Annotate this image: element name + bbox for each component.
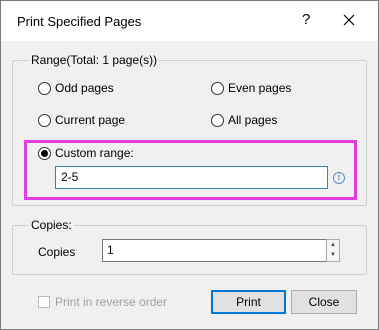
print-button[interactable]: Print: [211, 290, 286, 314]
reverse-order-label: Print in reverse order: [55, 295, 168, 309]
title-bar: Print Specified Pages ?: [1, 1, 378, 41]
odd-pages-option[interactable]: Odd pages: [38, 81, 114, 95]
print-specified-pages-dialog: Print Specified Pages ? Range(Total: 1 p…: [0, 0, 379, 330]
range-legend: Range(Total: 1 page(s)): [29, 53, 160, 67]
reverse-order-checkbox[interactable]: [38, 296, 50, 308]
dialog-title: Print Specified Pages: [17, 14, 142, 29]
stepper-down-icon[interactable]: ▼: [327, 250, 339, 260]
help-button[interactable]: ?: [302, 11, 310, 28]
copies-input[interactable]: 1: [102, 239, 327, 262]
current-page-option[interactable]: Current page: [38, 113, 125, 127]
copies-stepper[interactable]: ▲ ▼: [326, 239, 340, 262]
current-page-radio[interactable]: [38, 113, 51, 127]
copies-legend: Copies:: [29, 218, 74, 232]
even-pages-label: Even pages: [228, 81, 292, 95]
close-icon[interactable]: [339, 10, 359, 30]
stepper-up-icon[interactable]: ▲: [327, 240, 339, 250]
even-pages-option[interactable]: Even pages: [211, 81, 291, 95]
odd-pages-radio[interactable]: [38, 81, 51, 95]
all-pages-label: All pages: [228, 113, 278, 127]
custom-range-radio[interactable]: [38, 146, 51, 160]
copies-label: Copies: [38, 245, 76, 259]
reverse-order-option[interactable]: Print in reverse order: [38, 295, 167, 309]
all-pages-radio[interactable]: [211, 113, 224, 127]
custom-range-input[interactable]: 2-5: [55, 166, 328, 189]
current-page-label: Current page: [55, 113, 126, 127]
even-pages-radio[interactable]: [211, 81, 224, 95]
odd-pages-label: Odd pages: [55, 81, 114, 95]
custom-range-label: Custom range:: [55, 146, 134, 160]
all-pages-option[interactable]: All pages: [211, 113, 277, 127]
custom-range-option[interactable]: Custom range:: [38, 146, 134, 160]
close-button[interactable]: Close: [291, 290, 357, 314]
info-icon[interactable]: i: [333, 172, 345, 184]
